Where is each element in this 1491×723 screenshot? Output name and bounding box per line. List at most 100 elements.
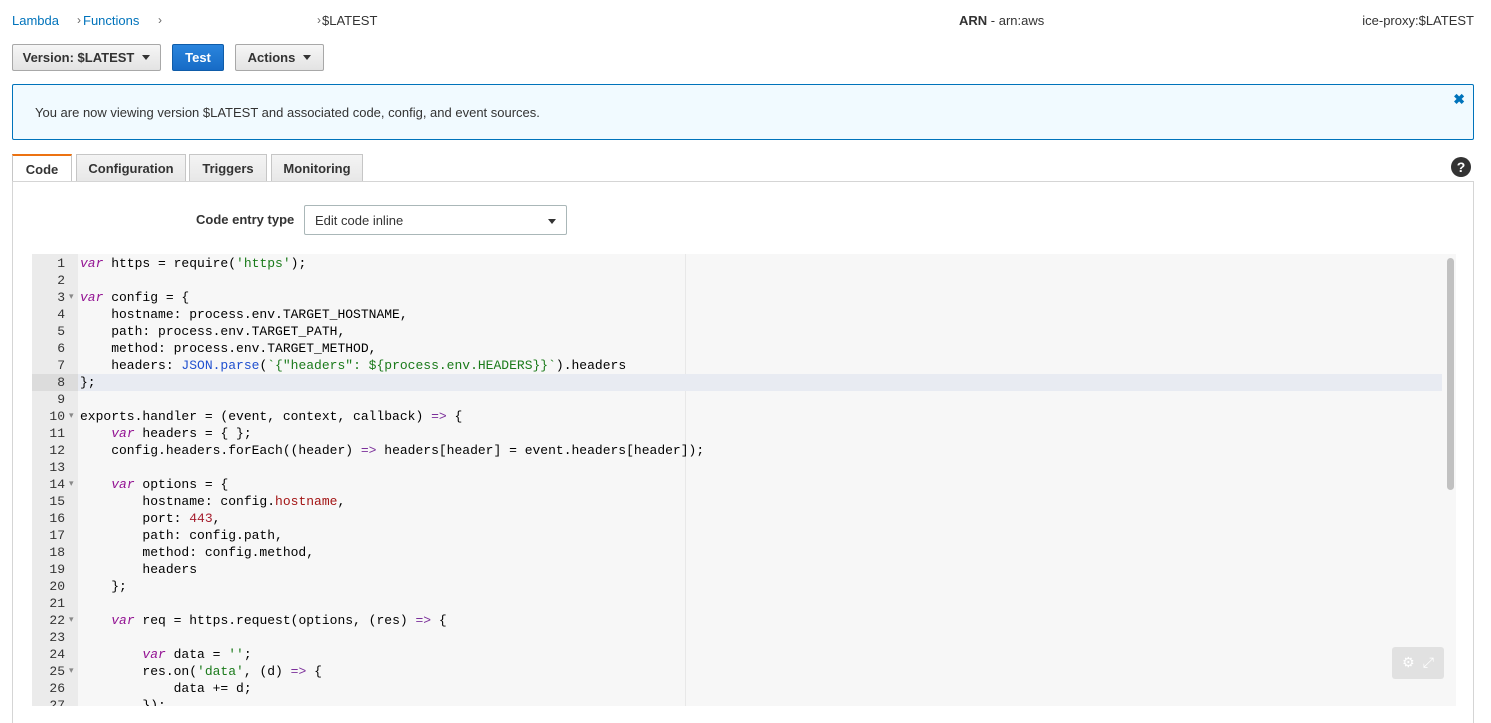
function-version-label: ice-proxy:$LATEST — [1362, 13, 1474, 28]
line-number: 9 — [57, 392, 65, 407]
code-panel: Code entry type Edit code inline 1 var ht… — [12, 181, 1474, 723]
code-entry-type-select[interactable]: Edit code inline — [304, 205, 567, 235]
code-line[interactable]: 11 var headers = { }; — [32, 425, 1442, 442]
code-line[interactable]: 7 headers: JSON.parse(`{"headers": ${pro… — [32, 357, 1442, 374]
version-button-label: Version: $LATEST — [22, 50, 135, 65]
breadcrumb: Lambda › Functions › › $LATEST ARN - arn… — [12, 13, 1474, 29]
code-line[interactable]: 25 ▾ res.on('data', (d) => { — [32, 663, 1442, 680]
code-line[interactable]: 18 method: config.method, — [32, 544, 1442, 561]
fold-arrow-icon[interactable]: ▾ — [69, 612, 77, 629]
tab-configuration[interactable]: Configuration — [76, 154, 186, 182]
code-text: config.headers.forEach((header) => heade… — [80, 443, 705, 458]
code-text: res.on('data', (d) => { — [80, 664, 322, 679]
chevron-right-icon: › — [158, 13, 162, 27]
code-line[interactable]: 9 — [32, 391, 1442, 408]
line-number: 13 — [49, 460, 65, 475]
line-number: 23 — [49, 630, 65, 645]
breadcrumb-lambda-link[interactable]: Lambda — [12, 13, 59, 28]
code-text: path: config.path, — [80, 528, 283, 543]
line-number: 20 — [49, 579, 65, 594]
chevron-right-icon: › — [77, 13, 81, 27]
test-button[interactable]: Test — [172, 44, 224, 71]
chevron-right-icon: › — [317, 13, 321, 27]
line-number: 8 — [32, 374, 78, 391]
banner-message: You are now viewing version $LATEST and … — [35, 105, 540, 120]
code-text: hostname: process.env.TARGET_HOSTNAME, — [80, 307, 408, 322]
code-line[interactable]: 1 var https = require('https'); — [32, 255, 1442, 272]
code-line[interactable]: 10 ▾ exports.handler = (event, context, ca… — [32, 408, 1442, 425]
line-number: 4 — [57, 307, 65, 322]
code-text: var data = ''; — [142, 647, 252, 662]
code-text: }; — [80, 375, 96, 390]
code-line[interactable]: 17 path: config.path, — [32, 527, 1442, 544]
code-text: exports.handler = (event, context, callb… — [80, 409, 463, 424]
code-line[interactable]: 19 headers — [32, 561, 1442, 578]
code-line[interactable]: 4 hostname: process.env.TARGET_HOSTNAME, — [32, 306, 1442, 323]
line-number: 16 — [49, 511, 65, 526]
code-line[interactable]: 27 }); — [32, 697, 1442, 706]
fold-arrow-icon[interactable]: ▾ — [69, 663, 77, 680]
line-number: 2 — [57, 273, 65, 288]
code-text: port: 443, — [80, 511, 221, 526]
tab-monitoring[interactable]: Monitoring — [271, 154, 363, 182]
line-number: 27 — [49, 698, 65, 706]
code-line[interactable]: 2 — [32, 272, 1442, 289]
code-editor[interactable]: 1 var https = require('https'); 2 3 ▾ var con… — [32, 254, 1456, 706]
code-line[interactable]: 8}; — [32, 374, 1442, 391]
line-number: 24 — [49, 647, 65, 662]
tab-code[interactable]: Code — [12, 154, 72, 183]
code-text: path: process.env.TARGET_PATH, — [80, 324, 346, 339]
code-text: hostname: config.hostname, — [80, 494, 346, 509]
caret-down-icon — [303, 55, 312, 60]
code-line[interactable]: 14 ▾ var options = { — [32, 476, 1442, 493]
breadcrumb-functions-link[interactable]: Functions — [83, 13, 139, 28]
line-number: 18 — [49, 545, 65, 560]
line-number: 5 — [57, 324, 65, 339]
tab-triggers[interactable]: Triggers — [189, 154, 267, 182]
caret-down-icon — [548, 219, 556, 224]
line-number: 17 — [49, 528, 65, 543]
fold-arrow-icon[interactable]: ▾ — [69, 476, 77, 493]
code-text: }; — [80, 579, 127, 594]
fold-arrow-icon[interactable]: ▾ — [69, 289, 77, 306]
code-line[interactable]: 15 hostname: config.hostname, — [32, 493, 1442, 510]
line-number: 19 — [49, 562, 65, 577]
line-number: 1 — [57, 256, 65, 271]
code-text: var config = { — [80, 290, 190, 305]
code-text: headers: JSON.parse(`{"headers": ${proce… — [80, 358, 627, 373]
version-dropdown-button[interactable]: Version: $LATEST — [12, 44, 161, 71]
code-entry-type-label: Code entry type — [196, 212, 295, 227]
line-number: 15 — [49, 494, 65, 509]
code-text: headers — [80, 562, 198, 577]
code-line[interactable]: 23 — [32, 629, 1442, 646]
code-text: method: process.env.TARGET_METHOD, — [80, 341, 377, 356]
editor-tools: ⚙ ⤢ — [1392, 647, 1444, 679]
help-icon[interactable]: ? — [1451, 157, 1471, 177]
code-text: var headers = { }; — [111, 426, 252, 441]
code-line[interactable]: 13 — [32, 459, 1442, 476]
code-line[interactable]: 3 ▾ var config = { — [32, 289, 1442, 306]
code-line[interactable]: 26 data += d; — [32, 680, 1442, 697]
expand-icon[interactable]: ⤢ — [1423, 655, 1434, 671]
code-text: }); — [80, 698, 166, 706]
code-line[interactable]: 24 var data = ''; — [32, 646, 1442, 663]
fold-arrow-icon[interactable]: ▾ — [69, 408, 77, 425]
gear-icon[interactable]: ⚙ — [1402, 655, 1415, 671]
actions-dropdown-button[interactable]: Actions — [235, 44, 324, 71]
code-entry-type-value: Edit code inline — [315, 212, 404, 228]
line-number: 7 — [57, 358, 65, 373]
editor-scrollbar[interactable] — [1447, 258, 1454, 490]
code-line[interactable]: 12 config.headers.forEach((header) => he… — [32, 442, 1442, 459]
arn-value: - arn:aws — [987, 13, 1045, 28]
close-icon[interactable]: ✖ — [1453, 91, 1465, 108]
code-line[interactable]: 5 path: process.env.TARGET_PATH, — [32, 323, 1442, 340]
code-line[interactable]: 6 method: process.env.TARGET_METHOD, — [32, 340, 1442, 357]
arn-label: ARN — [959, 13, 988, 28]
code-line[interactable]: 20 }; — [32, 578, 1442, 595]
code-line[interactable]: 21 — [32, 595, 1442, 612]
line-number: 26 — [49, 681, 65, 696]
code-line[interactable]: 22 ▾ var req = https.request(options, (re… — [32, 612, 1442, 629]
code-text: var https = require('https'); — [80, 256, 307, 271]
code-text: var req = https.request(options, (res) =… — [111, 613, 447, 628]
code-line[interactable]: 16 port: 443, — [32, 510, 1442, 527]
